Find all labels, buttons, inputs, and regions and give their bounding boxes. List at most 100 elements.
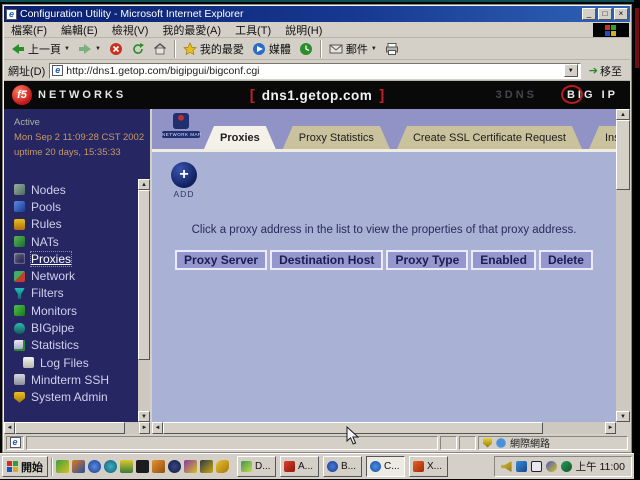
task-button-1[interactable]: D... <box>237 456 276 477</box>
menu-favorites[interactable]: 我的最愛(A) <box>155 21 228 39</box>
proxies-content: + ADD Click a proxy address in the list … <box>152 152 616 422</box>
clock[interactable]: 上午 11:00 <box>576 459 625 474</box>
mail-dropdown-icon[interactable]: ▼ <box>371 46 377 52</box>
scroll-up-icon[interactable] <box>138 179 150 190</box>
scroll-thumb[interactable] <box>616 120 630 190</box>
instruction-text: Click a proxy address in the list to vie… <box>152 224 616 236</box>
quicklaunch-icon-5[interactable] <box>120 460 133 473</box>
forward-dropdown-icon[interactable]: ▼ <box>95 46 101 52</box>
task-button-5[interactable]: X... <box>409 456 448 477</box>
ie-logo-icon: e <box>6 9 17 20</box>
document-icon: e <box>10 437 21 448</box>
minimize-button[interactable] <box>582 8 596 20</box>
mail-button[interactable]: 郵件 ▼ <box>325 39 381 59</box>
favorites-button[interactable]: 我的最愛 <box>179 39 248 59</box>
tab-install-ssl-certificate[interactable]: Install SSL Certif <box>589 126 616 149</box>
sidebar-item-monitors[interactable]: Monitors <box>14 302 134 319</box>
tray-app-icon[interactable] <box>546 461 557 472</box>
refresh-button[interactable] <box>127 39 149 59</box>
network-map-button[interactable]: NETWORK MAP <box>162 113 200 146</box>
scroll-thumb[interactable] <box>15 422 125 434</box>
quicklaunch-icon-4[interactable] <box>104 460 117 473</box>
quicklaunch-icon-8[interactable] <box>168 460 181 473</box>
quicklaunch-icon-1[interactable] <box>56 460 69 473</box>
media-icon <box>252 42 266 56</box>
scroll-right-icon[interactable] <box>605 422 616 434</box>
status-page-pane: e <box>6 436 24 450</box>
menu-tools[interactable]: 工具(T) <box>228 21 278 39</box>
sidebar-item-statistics[interactable]: Statistics <box>14 337 134 354</box>
main-horizontal-scrollbar[interactable] <box>152 422 616 434</box>
scroll-down-icon[interactable] <box>138 411 150 422</box>
start-button[interactable]: 開始 <box>2 456 48 477</box>
sidebar-item-network[interactable]: Network <box>14 267 134 284</box>
taskbar-separator <box>51 458 53 476</box>
add-plus-icon[interactable]: + <box>171 162 197 188</box>
sidebar-vertical-scrollbar[interactable] <box>138 179 150 422</box>
quicklaunch-icon-7[interactable] <box>152 460 165 473</box>
quicklaunch-icon-10[interactable] <box>200 460 213 473</box>
sidebar-item-filters[interactable]: Filters <box>14 285 134 302</box>
scroll-right-icon[interactable] <box>139 422 150 434</box>
scroll-left-icon[interactable] <box>152 422 163 434</box>
volume-icon[interactable] <box>501 461 512 472</box>
scroll-thumb[interactable] <box>138 190 150 360</box>
f5-logo-icon: f5 <box>12 85 32 105</box>
address-input[interactable]: e http://dns1.getop.com/bigipgui/bigconf… <box>49 63 581 79</box>
scroll-left-icon[interactable] <box>4 422 15 434</box>
menu-view[interactable]: 檢視(V) <box>105 21 156 39</box>
scroll-up-icon[interactable] <box>616 109 630 120</box>
menu-file[interactable]: 檔案(F) <box>4 21 54 39</box>
display-icon[interactable] <box>531 461 542 472</box>
forward-button[interactable]: ▼ <box>74 39 105 59</box>
main-vertical-scrollbar[interactable] <box>616 109 630 422</box>
sidebar-item-pools[interactable]: Pools <box>14 198 134 215</box>
address-dropdown-icon[interactable]: ▼ <box>564 64 578 77</box>
nodes-icon <box>14 184 25 195</box>
video-artifact-red <box>635 8 639 68</box>
add-proxy-button[interactable]: + ADD <box>168 162 200 199</box>
sidebar-horizontal-scrollbar[interactable] <box>4 422 150 434</box>
back-dropdown-icon[interactable]: ▼ <box>64 46 70 52</box>
go-button[interactable]: ➔ 移至 <box>585 63 626 79</box>
media-button[interactable]: 媒體 <box>248 39 295 59</box>
sidebar-item-log-files[interactable]: Log Files <box>14 354 134 371</box>
network-tray-icon[interactable] <box>561 461 572 472</box>
quicklaunch-icon-9[interactable] <box>184 460 197 473</box>
tab-proxies[interactable]: Proxies <box>204 126 276 149</box>
sidebar-item-nodes[interactable]: Nodes <box>14 181 134 198</box>
menu-edit[interactable]: 編輯(E) <box>54 21 105 39</box>
main-frame: NETWORK MAP Proxies Proxy Statistics Cre… <box>150 109 630 434</box>
network-map-icon <box>173 113 189 129</box>
history-clock-icon <box>299 42 313 56</box>
home-button[interactable] <box>149 39 171 59</box>
security-zone-pane: 網際網路 <box>478 436 628 450</box>
print-icon <box>385 42 399 56</box>
stop-button[interactable] <box>105 39 127 59</box>
close-button[interactable] <box>614 8 628 20</box>
sidebar-item-bigpipe[interactable]: BIGpipe <box>14 319 134 336</box>
quicklaunch-icon-3[interactable] <box>88 460 101 473</box>
maximize-button[interactable] <box>598 8 612 20</box>
tab-proxy-statistics[interactable]: Proxy Statistics <box>283 126 390 149</box>
quicklaunch-icon-11[interactable] <box>216 460 229 473</box>
scroll-down-icon[interactable] <box>616 411 630 422</box>
messenger-icon[interactable] <box>516 461 527 472</box>
back-button[interactable]: 上一頁 ▼ <box>7 39 74 59</box>
sidebar-item-proxies[interactable]: Proxies <box>14 250 134 267</box>
tab-create-ssl-certificate-request[interactable]: Create SSL Certificate Request <box>397 126 582 149</box>
quicklaunch-icon-6[interactable] <box>136 460 149 473</box>
status-pane <box>440 436 457 450</box>
history-button[interactable] <box>295 39 317 59</box>
sidebar-item-rules[interactable]: Rules <box>14 216 134 233</box>
task-button-2[interactable]: A... <box>280 456 319 477</box>
sidebar-item-mindterm-ssh[interactable]: Mindterm SSH <box>14 371 134 388</box>
nats-icon <box>14 236 25 247</box>
sidebar-item-system-admin[interactable]: System Admin <box>14 389 134 406</box>
sidebar-item-nats[interactable]: NATs <box>14 233 134 250</box>
print-button[interactable] <box>381 39 403 59</box>
menu-help[interactable]: 說明(H) <box>278 21 329 39</box>
task-button-3[interactable]: B... <box>323 456 362 477</box>
task-button-4-active[interactable]: C... <box>366 456 405 477</box>
quicklaunch-icon-2[interactable] <box>72 460 85 473</box>
